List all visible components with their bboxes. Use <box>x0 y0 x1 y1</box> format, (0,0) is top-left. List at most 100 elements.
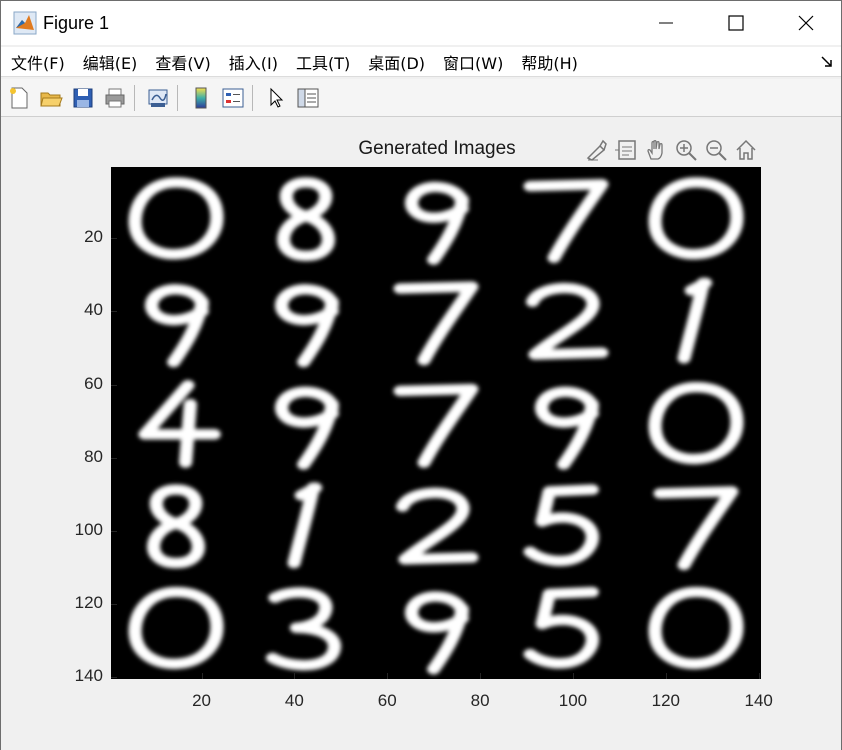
colorbar-icon <box>195 87 207 108</box>
menu-insert[interactable]: 插入(I) <box>229 50 278 74</box>
digit-tile <box>287 482 323 569</box>
y-tick-label: 40 <box>84 300 103 320</box>
link-plot-button[interactable] <box>144 84 172 112</box>
digit-stroke <box>138 380 221 468</box>
y-tick-label: 20 <box>84 227 103 247</box>
zoom-out-button[interactable] <box>701 135 731 165</box>
digit-tile <box>535 386 599 470</box>
data-tips-icon <box>615 140 636 160</box>
colorbar-button[interactable] <box>187 84 215 112</box>
digit-tile <box>275 284 339 368</box>
digit-tile <box>648 382 744 465</box>
toolbar-separator <box>134 84 135 111</box>
select-pointer-icon <box>270 87 284 108</box>
menu-window[interactable]: 窗口(W) <box>443 50 503 74</box>
digit-tile <box>523 586 599 669</box>
y-tick-label: 60 <box>84 373 103 393</box>
x-tick-mark <box>758 673 760 679</box>
toolbar-separator <box>177 84 178 111</box>
dock-arrow-icon[interactable] <box>821 56 833 68</box>
property-inspector-button[interactable] <box>294 84 322 112</box>
maximize-icon <box>728 15 744 31</box>
digit-tile <box>677 277 713 364</box>
digit-stroke <box>405 181 469 265</box>
zoom-out-icon <box>706 140 727 161</box>
toolbar-separator <box>252 84 253 111</box>
digit-tile <box>405 591 469 675</box>
brush-icon <box>586 139 607 161</box>
property-inspector-icon <box>297 88 319 107</box>
digit-stroke <box>677 277 713 364</box>
open-file-button[interactable] <box>37 84 65 112</box>
brush-button[interactable] <box>581 135 611 165</box>
menu-help[interactable]: 帮助(H) <box>521 50 578 74</box>
digit-stroke <box>128 586 224 669</box>
close-button[interactable] <box>771 1 841 45</box>
x-tick-label: 140 <box>744 691 773 710</box>
restore-view-button[interactable] <box>731 135 761 165</box>
digit-tile <box>277 177 335 262</box>
menu-tools[interactable]: 工具(T) <box>296 50 350 74</box>
digit-stroke <box>648 382 744 465</box>
menu-edit[interactable]: 编辑(E) <box>83 50 138 74</box>
x-tick-label: 20 <box>192 691 211 710</box>
digit-tile <box>405 181 469 265</box>
digit-stroke <box>535 386 599 470</box>
x-tick-label: 40 <box>284 691 304 710</box>
digit-stroke <box>395 487 479 565</box>
digit-stroke <box>287 482 323 569</box>
digit-stroke <box>265 587 342 671</box>
x-tick-label: 120 <box>651 691 680 710</box>
x-tick-mark <box>294 673 296 679</box>
digit-stroke <box>147 484 205 569</box>
digit-stroke <box>405 591 469 675</box>
y-tick-mark <box>111 457 117 459</box>
window-title: Figure 1 <box>43 12 110 33</box>
menu-view[interactable]: 查看(V) <box>155 50 210 74</box>
digit-tile <box>523 179 609 263</box>
legend-button[interactable] <box>219 84 247 112</box>
save-button[interactable] <box>69 84 97 112</box>
axes-toolbar <box>581 135 761 165</box>
digit-stroke <box>128 177 224 260</box>
zoom-in-icon <box>676 140 697 161</box>
digit-stroke <box>523 179 609 263</box>
digit-tile <box>648 586 744 669</box>
y-tick-label: 140 <box>74 666 103 686</box>
home-icon <box>736 139 756 160</box>
x-tick-mark <box>201 673 203 679</box>
print-button[interactable] <box>101 84 129 112</box>
y-tick-mark <box>111 238 117 240</box>
minimize-icon <box>659 22 673 24</box>
new-figure-icon <box>10 87 28 108</box>
x-tick-mark <box>572 673 574 679</box>
digit-tile <box>395 487 479 565</box>
digit-stroke <box>393 383 479 468</box>
menu-desktop[interactable]: 桌面(D) <box>368 50 425 74</box>
generated-digits-image <box>128 177 744 675</box>
link-plot-icon <box>148 89 168 107</box>
digit-stroke <box>523 586 599 669</box>
digit-tile <box>393 383 479 468</box>
data-tips-button[interactable] <box>611 135 641 165</box>
y-tick-label: 80 <box>84 446 103 466</box>
pan-button[interactable] <box>641 135 671 165</box>
digit-tile <box>138 380 221 468</box>
digit-stroke <box>523 484 599 567</box>
digit-tile <box>275 386 339 470</box>
minimize-button[interactable] <box>631 1 701 45</box>
select-pointer-button[interactable] <box>262 84 290 112</box>
maximize-button[interactable] <box>701 1 771 45</box>
y-tick-mark <box>111 530 117 532</box>
digit-tile <box>523 484 599 567</box>
y-tick-label: 100 <box>74 519 103 539</box>
digit-stroke <box>275 386 339 470</box>
digit-stroke <box>145 284 209 368</box>
new-figure-button[interactable] <box>5 84 33 112</box>
menu-file[interactable]: 文件(F) <box>11 50 65 74</box>
digit-stroke <box>277 177 335 262</box>
zoom-in-button[interactable] <box>671 135 701 165</box>
save-icon <box>73 88 93 107</box>
y-tick-mark <box>111 384 117 386</box>
image-plot-area[interactable] <box>111 167 761 679</box>
